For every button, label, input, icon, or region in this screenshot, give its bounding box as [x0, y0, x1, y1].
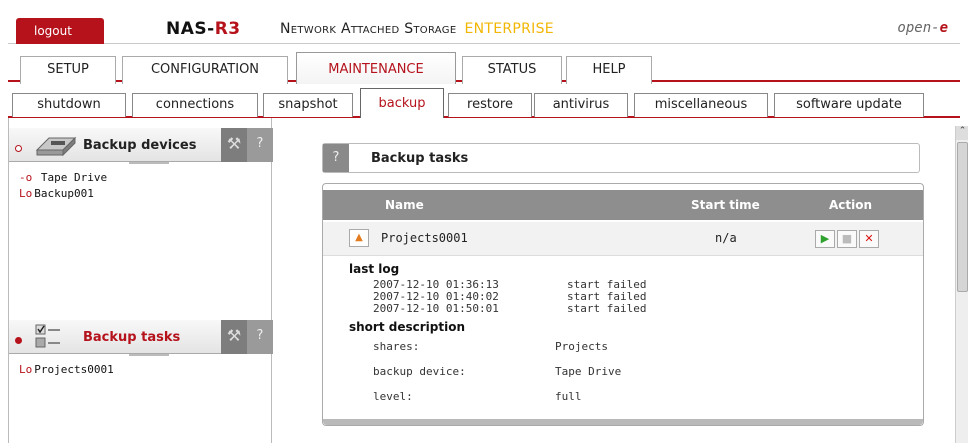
device-item-backup001[interactable]: Lo Backup001	[19, 187, 94, 200]
help-icon[interactable]: ?	[323, 144, 349, 172]
task-item-projects0001[interactable]: Lo Projects0001	[19, 363, 114, 376]
task-label: Projects0001	[34, 363, 114, 376]
task-start-time: n/a	[715, 231, 737, 245]
device-label: Backup001	[34, 187, 94, 200]
log-status: start failed	[567, 302, 647, 315]
shares-label: shares:	[373, 340, 420, 353]
task-list-icon	[35, 324, 60, 348]
device-item-tape-drive[interactable]: -o Tape Drive	[19, 171, 107, 184]
open-e-logo: open-e	[897, 20, 948, 36]
scroll-thumb[interactable]	[957, 142, 968, 292]
wrench-icon[interactable]: ⚒	[221, 128, 247, 162]
subtab-backup[interactable]: backup	[360, 88, 444, 118]
section-title: Backup tasks	[371, 151, 469, 166]
shares-value: Projects	[555, 340, 608, 353]
device-label: Tape Drive	[40, 171, 108, 184]
backup-tasks-section-header: ? Backup tasks	[322, 143, 920, 173]
subtab-snapshot[interactable]: snapshot	[263, 93, 353, 117]
subtab-restore[interactable]: restore	[448, 93, 532, 117]
vertical-scrollbar[interactable]: ⌃	[955, 126, 968, 443]
edition-label: ENTERPRISE	[464, 21, 554, 37]
scroll-up-icon[interactable]: ⌃	[956, 126, 968, 140]
short-description-heading: short description	[349, 320, 466, 334]
column-start-time: Start time	[691, 198, 760, 212]
top-header: logout NAS-R3 Network Attached Storage EN…	[8, 8, 960, 44]
backup-tasks-header[interactable]: Backup tasks ⚒ ?	[9, 320, 273, 354]
subtab-software-update[interactable]: software update	[774, 93, 924, 117]
resize-handle[interactable]	[129, 354, 169, 356]
product-subtitle: Network Attached Storage ENTERPRISE	[280, 21, 554, 37]
wrench-icon[interactable]: ⚒	[221, 320, 247, 354]
delete-icon[interactable]: ✕	[859, 230, 879, 248]
tab-configuration[interactable]: CONFIGURATION	[122, 56, 288, 84]
help-icon[interactable]: ?	[247, 128, 273, 162]
resize-handle[interactable]	[129, 162, 169, 164]
backup-tasks-title: Backup tasks	[83, 330, 181, 345]
subtab-shutdown[interactable]: shutdown	[12, 93, 126, 117]
product-name: NAS-R3	[166, 19, 241, 39]
collapsed-dot-icon	[15, 145, 22, 152]
tab-setup[interactable]: SETUP	[20, 56, 116, 84]
tab-status[interactable]: STATUS	[462, 56, 562, 84]
backup-device-value: Tape Drive	[555, 365, 622, 378]
subtitle-text: Network Attached Storage	[280, 21, 457, 37]
table-row: ▲ Projects0001 n/a ▶ ■ ✕	[323, 222, 923, 256]
level-label: level:	[373, 390, 413, 403]
level-value: full	[555, 390, 582, 403]
backup-device-label: backup device:	[373, 365, 466, 378]
product-name-suffix: R3	[214, 19, 241, 39]
last-log-heading: last log	[349, 262, 400, 276]
logo-text: open-	[897, 20, 940, 36]
tab-maintenance[interactable]: MAINTENANCE	[296, 52, 456, 84]
subtab-connections[interactable]: connections	[132, 93, 258, 117]
left-sidebar: Backup devices ⚒ ? -o Tape Drive Lo Backu…	[8, 118, 273, 443]
logo-accent: e	[939, 20, 948, 36]
backup-tasks-table: Name Start time Action ▲ Projects0001 n/…	[322, 183, 924, 426]
tape-drive-icon	[35, 136, 77, 157]
help-icon[interactable]: ?	[247, 320, 273, 354]
sub-tab-bar: shutdown connections snapshot backup res…	[8, 86, 960, 118]
backup-devices-header[interactable]: Backup devices ⚒ ?	[9, 128, 273, 162]
column-name: Name	[385, 198, 424, 212]
subtab-miscellaneous[interactable]: miscellaneous	[634, 93, 768, 117]
log-time: 2007-12-10 01:50:01	[373, 302, 499, 315]
task-name: Projects0001	[381, 231, 468, 245]
logout-button[interactable]: logout	[16, 18, 104, 44]
expanded-dot-icon	[15, 337, 22, 344]
backup-devices-title: Backup devices	[83, 138, 197, 153]
product-name-prefix: NAS-	[166, 19, 215, 39]
subtab-antivirus[interactable]: antivirus	[534, 93, 628, 117]
play-icon[interactable]: ▶	[815, 230, 835, 248]
collapse-up-icon[interactable]: ▲	[349, 229, 369, 247]
table-header: Name Start time Action	[323, 190, 923, 220]
panel-footer	[323, 419, 923, 425]
main-tab-bar: SETUP CONFIGURATION MAINTENANCE STATUS H…	[8, 52, 960, 84]
column-action: Action	[829, 198, 873, 212]
stop-icon[interactable]: ■	[837, 230, 857, 248]
tab-help[interactable]: HELP	[566, 56, 652, 84]
